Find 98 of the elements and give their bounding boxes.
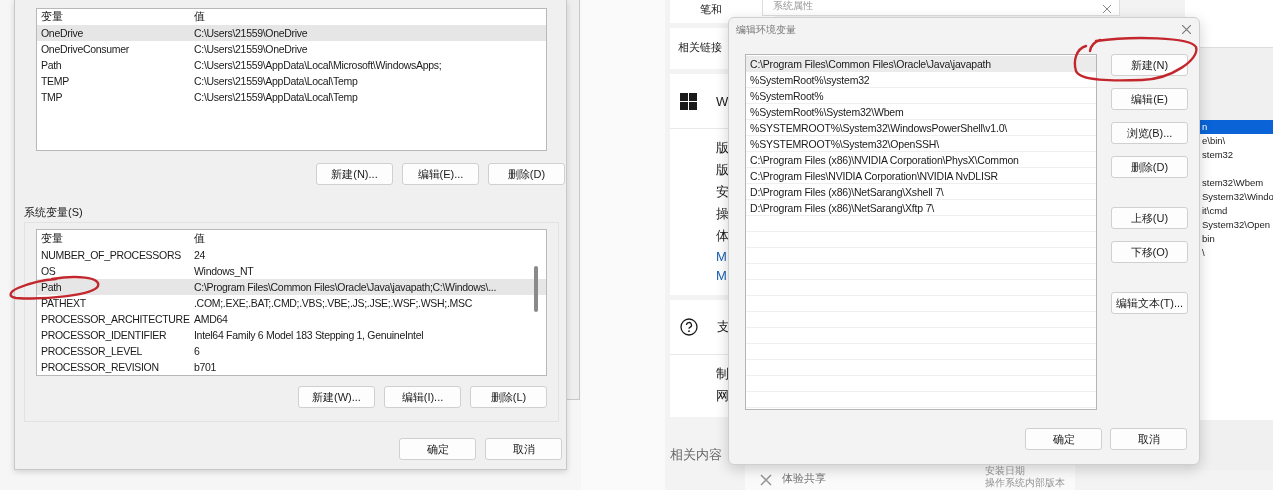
- dialog-button[interactable]: 取消: [485, 438, 562, 460]
- variable-value: C:\Users\21559\AppData\Local\Microsoft\WindowsApps;: [194, 59, 442, 71]
- settings-text: 操作系统内部版本: [985, 477, 1065, 488]
- path-entry[interactable]: %SystemRoot%\System32\Wbem: [746, 104, 1096, 120]
- variable-value: Intel64 Family 6 Model 183 Stepping 1, GenuineIntel: [194, 329, 424, 341]
- dialog-button[interactable]: 新建(W)...: [298, 386, 375, 408]
- section-title[interactable]: W: [716, 93, 729, 109]
- variable-value: C:\Users\21559\OneDrive: [194, 27, 308, 39]
- dialog-button[interactable]: 新建(N)...: [316, 163, 393, 185]
- dialog-button[interactable]: 确定: [399, 438, 476, 460]
- dialog-button[interactable]: 新建(N): [1111, 54, 1188, 76]
- scrollbar-thumb[interactable]: [534, 266, 538, 312]
- settings-text: 操: [716, 205, 729, 223]
- variable-row[interactable]: Path C:\Users\21559\AppData\Local\Microsoft\WindowsApps;: [37, 57, 546, 73]
- settings-text: 版: [716, 161, 729, 179]
- variable-value: AMD64: [194, 313, 228, 325]
- column-header[interactable]: 变量: [41, 232, 194, 246]
- column-header[interactable]: 值: [194, 232, 205, 246]
- variable-row[interactable]: Path C:\Program Files\Common Files\Oracle\Java\javapath;C:\Windows\...: [37, 279, 546, 295]
- settings-text: 安装日期: [985, 465, 1025, 476]
- variable-value: C:\Program Files\Common Files\Oracle\Java\javapath;C:\Windows\...: [194, 281, 497, 293]
- variable-name: PROCESSOR_REVISION: [41, 361, 160, 373]
- variable-value: .COM;.EXE;.BAT;.CMD;.VBS;.VBE;.JS;.JSE;.WSF;.WSH;.MSC: [194, 297, 472, 309]
- path-entry[interactable]: %SYSTEMROOT%\System32\OpenSSH\: [746, 136, 1096, 152]
- variable-row[interactable]: PROCESSOR_LEVEL 6: [37, 343, 546, 359]
- dialog-button[interactable]: 编辑(I)...: [384, 386, 461, 408]
- column-header[interactable]: 变量: [41, 10, 194, 24]
- path-entry[interactable]: C:\Program Files\Common Files\Oracle\Java\javapath: [746, 56, 1096, 72]
- variable-name: OS: [41, 265, 57, 277]
- path-entry[interactable]: %SystemRoot%\system32: [746, 72, 1096, 88]
- variable-row[interactable]: OneDrive C:\Users\21559\OneDrive: [37, 25, 546, 41]
- variable-name: Path: [41, 281, 63, 293]
- dialog-button[interactable]: 删除(L): [470, 386, 547, 408]
- close-icon[interactable]: [1182, 25, 1191, 34]
- dialog-button[interactable]: 浏览(B)...: [1111, 122, 1188, 144]
- variable-row[interactable]: TEMP C:\Users\21559\AppData\Local\Temp: [37, 73, 546, 89]
- variable-name: PROCESSOR_IDENTIFIER: [41, 329, 168, 341]
- settings-text: 体: [716, 227, 729, 245]
- variable-name: TEMP: [41, 75, 70, 87]
- help-icon: [680, 318, 698, 336]
- variable-list[interactable]: [36, 229, 547, 376]
- dialog-button[interactable]: 确定: [1025, 428, 1102, 450]
- close-icon[interactable]: [1103, 5, 1111, 13]
- variable-value: Windows_NT: [194, 265, 254, 277]
- variable-name: PROCESSOR_LEVEL: [41, 345, 144, 357]
- path-entry[interactable]: C:\Program Files\NVIDIA Corporation\NVIDIA NvDLISR: [746, 168, 1096, 184]
- variable-value: 6: [194, 345, 200, 357]
- settings-link[interactable]: M: [716, 249, 727, 264]
- path-entry[interactable]: %SystemRoot%: [746, 88, 1096, 104]
- variable-row[interactable]: PATHEXT .COM;.EXE;.BAT;.CMD;.VBS;.VBE;.JS;.JSE;.WSF;.WSH;.MSC: [37, 295, 546, 311]
- dialog-button[interactable]: 下移(O): [1111, 241, 1188, 263]
- variable-row[interactable]: TMP C:\Users\21559\AppData\Local\Temp: [37, 89, 546, 105]
- variable-value: C:\Users\21559\AppData\Local\Temp: [194, 75, 358, 87]
- dialog-button[interactable]: 编辑文本(T)...: [1111, 292, 1188, 314]
- variable-name: OneDrive: [41, 27, 84, 39]
- path-list[interactable]: [745, 54, 1097, 410]
- variable-list[interactable]: [36, 8, 547, 151]
- dialog-button[interactable]: 编辑(E): [1111, 88, 1188, 110]
- variable-value: b701: [194, 361, 217, 373]
- section-heading: 相关链接: [678, 40, 722, 55]
- variable-row[interactable]: NUMBER_OF_PROCESSORS 24: [37, 247, 546, 263]
- settings-text: 体验共享: [782, 471, 826, 486]
- variable-name: PROCESSOR_ARCHITECTURE: [41, 313, 191, 325]
- windows-logo-icon: [680, 92, 697, 110]
- settings-item[interactable]: 笔和: [700, 2, 722, 17]
- variable-row[interactable]: OS Windows_NT: [37, 263, 546, 279]
- dialog-title: 编辑环境变量: [736, 22, 796, 37]
- group-title: 系统变量(S): [24, 206, 83, 218]
- settings-text: 网: [716, 387, 729, 405]
- variable-name: Path: [41, 59, 63, 71]
- settings-text: 安: [716, 183, 729, 201]
- dialog-button[interactable]: 上移(U): [1111, 207, 1188, 229]
- path-entry[interactable]: %SYSTEMROOT%\System32\WindowsPowerShell\v1.0\: [746, 120, 1096, 136]
- dialog-button[interactable]: 编辑(E)...: [402, 163, 479, 185]
- variable-name: OneDriveConsumer: [41, 43, 130, 55]
- variable-row[interactable]: PROCESSOR_ARCHITECTURE AMD64: [37, 311, 546, 327]
- variable-name: NUMBER_OF_PROCESSORS: [41, 249, 182, 261]
- window-title: 系统属性: [773, 0, 813, 13]
- column-header[interactable]: 值: [194, 10, 205, 24]
- path-entry[interactable]: C:\Program Files (x86)\NVIDIA Corporation\PhysX\Common: [746, 152, 1096, 168]
- variable-value: 24: [194, 249, 206, 261]
- variable-value: C:\Users\21559\AppData\Local\Temp: [194, 91, 358, 103]
- variable-name: TMP: [41, 91, 64, 103]
- settings-link[interactable]: M: [716, 268, 727, 283]
- path-entry[interactable]: D:\Program Files (x86)\NetSarang\Xftp 7\: [746, 200, 1096, 216]
- dialog-button[interactable]: 取消: [1110, 428, 1187, 450]
- settings-text: 制: [716, 365, 729, 383]
- variable-value: C:\Users\21559\OneDrive: [194, 43, 308, 55]
- section-title[interactable]: 支: [717, 318, 730, 336]
- dialog-button[interactable]: 删除(D): [488, 163, 565, 185]
- variable-row[interactable]: PROCESSOR_IDENTIFIER Intel64 Family 6 Model 183 Stepping 1, GenuineIntel: [37, 327, 546, 343]
- variable-row[interactable]: OneDriveConsumer C:\Users\21559\OneDrive: [37, 41, 546, 57]
- path-entry[interactable]: D:\Program Files (x86)\NetSarang\Xshell 7\: [746, 184, 1096, 200]
- variable-row[interactable]: PROCESSOR_REVISION b701: [37, 359, 546, 375]
- settings-text: 版: [716, 139, 729, 157]
- dialog-button[interactable]: 删除(D): [1111, 156, 1188, 178]
- variable-name: PATHEXT: [41, 297, 87, 309]
- section-heading: 相关内容: [670, 446, 722, 464]
